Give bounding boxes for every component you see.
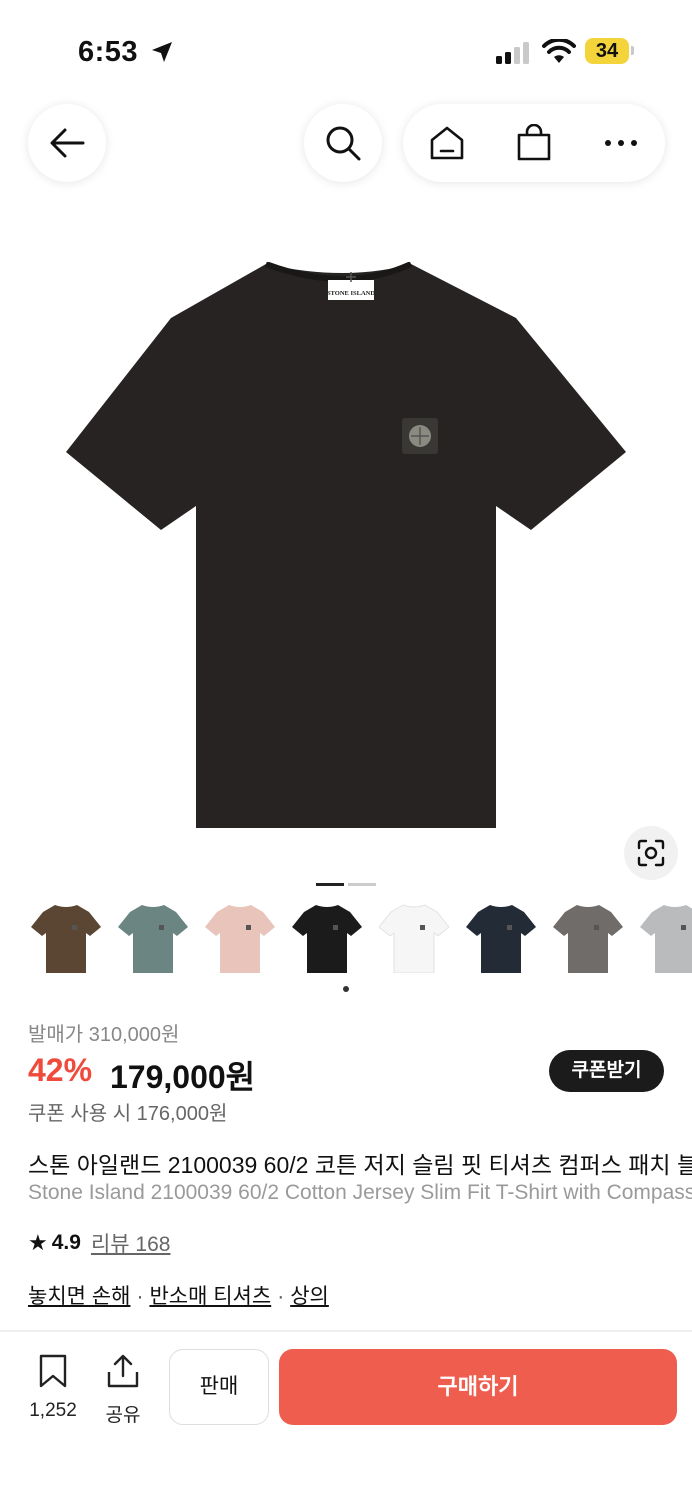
tshirt-thumbnail-icon bbox=[553, 905, 623, 973]
tshirt-thumbnail-icon bbox=[118, 905, 188, 973]
shopping-bag-button[interactable] bbox=[499, 108, 569, 178]
color-thumbnail[interactable] bbox=[463, 896, 539, 980]
tshirt-thumbnail-icon bbox=[205, 905, 275, 973]
status-time: 6:53 bbox=[78, 36, 139, 68]
tshirt-thumbnail-icon bbox=[640, 905, 692, 973]
tshirt-thumbnail-icon bbox=[466, 905, 536, 973]
review-link[interactable]: 리뷰 168 bbox=[91, 1228, 171, 1258]
color-thumbnail[interactable] bbox=[637, 896, 692, 980]
tag-separator: · bbox=[136, 1285, 144, 1308]
coupon-button[interactable]: 쿠폰받기 bbox=[549, 1050, 664, 1092]
sale-price: 179,000원 bbox=[110, 1059, 256, 1095]
tshirt-thumbnail-icon bbox=[379, 904, 449, 973]
category-tags: 놓치면 손해 · 반소매 티셔츠 · 상의 bbox=[28, 1280, 329, 1310]
color-thumbnail[interactable] bbox=[115, 896, 191, 980]
product-title-ko: 스톤 아일랜드 2100039 60/2 코튼 저지 슬림 핏 티셔츠 컴퍼스 … bbox=[28, 1152, 692, 1178]
product-image[interactable]: STONE ISLAND bbox=[66, 261, 626, 828]
discount-rate: 42% bbox=[28, 1052, 93, 1088]
color-thumbnail-list bbox=[28, 896, 692, 986]
thumbnail-indicator bbox=[343, 986, 349, 992]
wishlist-count: 1,252 bbox=[29, 1400, 77, 1421]
share-button[interactable]: 공유 bbox=[88, 1354, 158, 1427]
more-options-button[interactable] bbox=[586, 108, 656, 178]
home-button[interactable] bbox=[412, 108, 482, 178]
tshirt-image: STONE ISLAND bbox=[66, 261, 626, 828]
top-nav-group bbox=[403, 104, 665, 182]
location-arrow-icon bbox=[152, 42, 172, 62]
sell-button[interactable]: 판매 bbox=[169, 1349, 269, 1425]
visual-search-button[interactable] bbox=[624, 826, 678, 880]
more-options-icon bbox=[605, 140, 638, 146]
bookmark-icon bbox=[39, 1354, 67, 1388]
tag-link[interactable]: 반소매 티셔츠 bbox=[149, 1285, 271, 1308]
back-arrow-icon bbox=[50, 128, 85, 158]
wishlist-button[interactable]: 1,252 bbox=[18, 1354, 88, 1422]
image-pagination bbox=[316, 873, 380, 891]
shopping-bag-icon bbox=[517, 124, 551, 161]
color-thumbnail[interactable] bbox=[28, 896, 104, 980]
tshirt-thumbnail-icon bbox=[292, 905, 362, 973]
buy-button[interactable]: 구매하기 bbox=[279, 1349, 677, 1425]
rating-row: ★ 4.9 리뷰 168 bbox=[28, 1228, 170, 1258]
battery-nub bbox=[631, 46, 634, 55]
home-icon bbox=[430, 126, 463, 160]
brand-label-text: STONE ISLAND bbox=[327, 290, 375, 297]
share-icon bbox=[107, 1354, 139, 1388]
share-label: 공유 bbox=[105, 1405, 141, 1426]
camera-lens-icon bbox=[637, 839, 665, 867]
coupon-price: 쿠폰 사용 시 176,000원 bbox=[28, 1103, 228, 1125]
search-icon bbox=[326, 126, 361, 161]
color-thumbnail[interactable] bbox=[376, 896, 452, 980]
original-price: 발매가 310,000원 bbox=[28, 1024, 180, 1046]
status-bar: 6:53 34 bbox=[0, 0, 692, 100]
wifi-icon bbox=[542, 39, 576, 63]
search-button[interactable] bbox=[304, 104, 382, 182]
star-icon: ★ bbox=[28, 1230, 48, 1255]
color-thumbnail[interactable] bbox=[550, 896, 626, 980]
pagination-active bbox=[316, 883, 344, 886]
back-button[interactable] bbox=[28, 104, 106, 182]
cellular-signal-icon bbox=[496, 42, 529, 64]
pagination-inactive bbox=[348, 883, 376, 886]
battery-indicator: 34 bbox=[585, 38, 629, 64]
tshirt-thumbnail-icon bbox=[31, 905, 101, 973]
tag-separator: · bbox=[277, 1285, 285, 1308]
rating-value: 4.9 bbox=[51, 1231, 81, 1254]
product-title-en: Stone Island 2100039 60/2 Cotton Jersey … bbox=[28, 1181, 692, 1204]
tag-link[interactable]: 상의 bbox=[290, 1285, 329, 1308]
color-thumbnail[interactable] bbox=[202, 896, 278, 980]
color-thumbnail[interactable] bbox=[289, 896, 365, 980]
tag-link[interactable]: 놓치면 손해 bbox=[28, 1285, 130, 1308]
